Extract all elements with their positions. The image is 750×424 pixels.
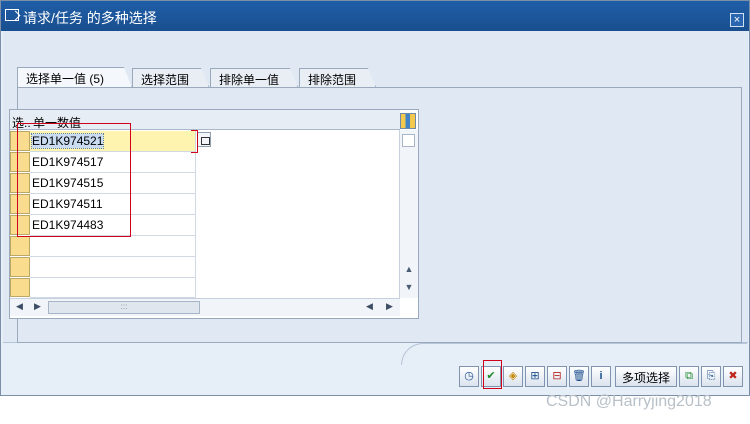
window-icon — [5, 9, 19, 21]
scroll-down-icon[interactable]: ▼ — [402, 282, 416, 296]
horizontal-scrollbar[interactable]: ◀ ▶ ::: ◀ ▶ — [10, 298, 400, 316]
title-bar: 请求/任务 的多种选择 × — [1, 1, 749, 31]
vertical-scrollbar[interactable]: ▲ ▼ — [399, 130, 418, 298]
scroll-left-icon[interactable]: ◀ — [16, 301, 23, 312]
scroll-box-icon — [402, 134, 415, 147]
annotation-box-confirm — [483, 360, 502, 389]
row-selector[interactable] — [10, 236, 30, 256]
grid-layout-icon[interactable] — [400, 113, 416, 129]
scroll-thumb[interactable]: ::: — [48, 301, 200, 314]
footer-divider — [401, 343, 747, 365]
multi-select-button[interactable]: 多项选择 — [615, 366, 678, 387]
scroll-left-icon[interactable]: ◀ — [366, 301, 373, 312]
info-icon[interactable]: i — [591, 366, 611, 387]
value-cell[interactable] — [30, 257, 196, 278]
window-title: 请求/任务 的多种选择 — [23, 10, 157, 26]
table-row — [10, 278, 200, 298]
trash-icon[interactable]: 🗑 — [569, 366, 589, 387]
check-clock-icon[interactable]: ◷ — [459, 366, 479, 387]
watermark: CSDN @Harryjing2018 — [546, 393, 712, 410]
value-cell[interactable] — [30, 278, 196, 298]
table-row — [10, 257, 200, 278]
tab-exclude-ranges[interactable]: 排除范围 — [299, 68, 376, 87]
row-selector[interactable] — [10, 278, 30, 297]
insert-row-icon[interactable]: ⊞ — [525, 366, 545, 387]
scroll-right-icon[interactable]: ▶ — [34, 301, 41, 312]
close-button[interactable]: × — [730, 13, 744, 27]
multiple-selection-dialog: 请求/任务 的多种选择 × 选择单一值 (5) 选择范围 排除单一值 排除范围 … — [0, 0, 750, 396]
annotation-box-cell-edge — [191, 130, 198, 153]
tab-select-single-values[interactable]: 选择单一值 (5) — [17, 67, 132, 88]
value-cell[interactable] — [30, 236, 196, 257]
multiple-selection-icon[interactable] — [197, 132, 211, 147]
table-row — [10, 236, 200, 257]
scroll-up-icon[interactable]: ▲ — [402, 264, 416, 278]
annotation-box-values — [17, 123, 131, 237]
tab-select-ranges[interactable]: 选择范围 — [132, 68, 209, 87]
select-multiple-icon[interactable]: ◈ — [503, 366, 523, 387]
paste-icon[interactable]: ⎘ — [701, 366, 721, 387]
row-selector[interactable] — [10, 257, 30, 277]
copy-icon[interactable]: ⧉ — [679, 366, 699, 387]
cancel-icon[interactable]: ✖ — [723, 366, 743, 387]
delete-row-icon[interactable]: ⊟ — [547, 366, 567, 387]
tab-exclude-single-values[interactable]: 排除单一值 — [210, 68, 298, 87]
scroll-right-icon[interactable]: ▶ — [386, 301, 393, 312]
